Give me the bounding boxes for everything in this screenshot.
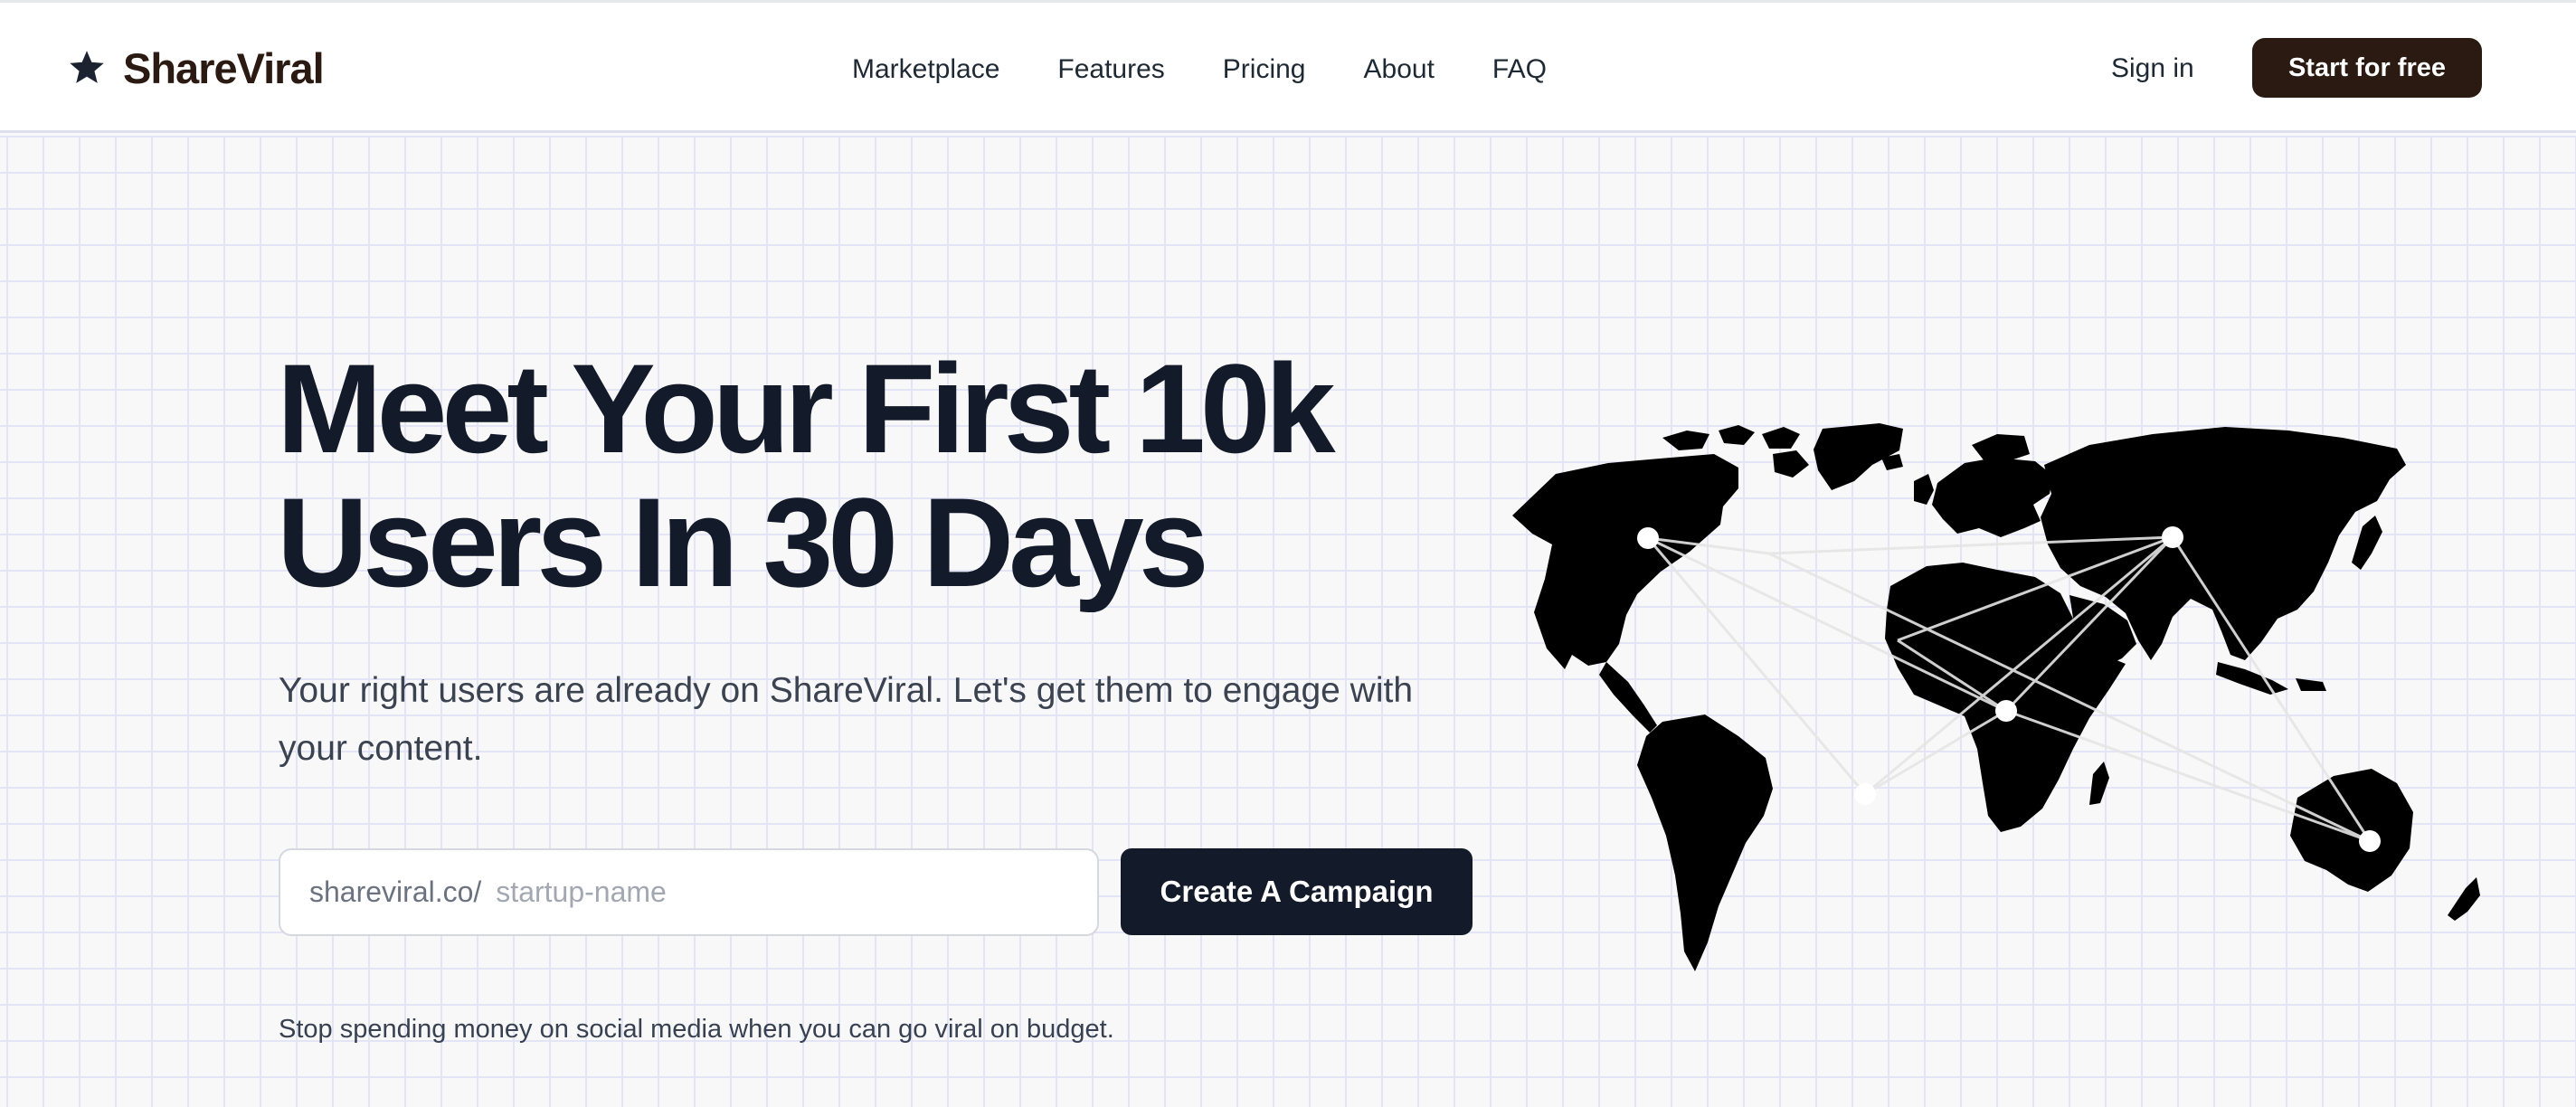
start-for-free-button[interactable]: Start for free: [2252, 38, 2482, 98]
network-node: [1854, 783, 1876, 805]
europe-shape: [1932, 458, 2053, 537]
continents: [1512, 423, 2480, 971]
brand-logo[interactable]: ShareViral: [67, 41, 325, 95]
nav-about[interactable]: About: [1364, 54, 1435, 85]
new-zealand-shape: [2448, 877, 2480, 921]
sign-in-link[interactable]: Sign in: [2111, 53, 2194, 84]
japan-shape: [2352, 516, 2382, 570]
main-nav: Marketplace Features Pricing About FAQ: [852, 46, 1547, 93]
url-prefix: shareviral.co/: [309, 875, 482, 908]
central-america-shape: [1599, 662, 1657, 733]
hero-subtitle: Your right users are already on ShareVir…: [279, 671, 1414, 768]
nav-faq[interactable]: FAQ: [1492, 54, 1547, 85]
hero-title: Meet Your First 10k Users In 30 Days: [277, 342, 1453, 610]
brand-name: ShareViral: [123, 43, 325, 92]
network-node: [2359, 830, 2381, 852]
network-node: [2162, 526, 2183, 548]
nav-features[interactable]: Features: [1057, 54, 1164, 85]
madagascar-shape: [2089, 762, 2109, 805]
star-icon: [70, 51, 104, 83]
world-map-network-icon: [1512, 423, 2480, 971]
network-node: [1637, 527, 1659, 549]
network-line: [2005, 709, 2371, 843]
uk-shape: [1881, 454, 1934, 505]
scandinavia-shape: [1972, 434, 2030, 461]
hero-tagline: Stop spending money on social media when…: [279, 1015, 1114, 1044]
nav-marketplace[interactable]: Marketplace: [852, 54, 999, 85]
north-america-shape: [1512, 454, 1738, 669]
site-header: ShareViral Marketplace Features Pricing …: [0, 3, 2576, 133]
nav-pricing[interactable]: Pricing: [1223, 54, 1306, 85]
australia-shape: [2290, 769, 2413, 892]
network-node: [1995, 700, 2017, 722]
create-campaign-button[interactable]: Create A Campaign: [1121, 848, 1473, 935]
startup-name-input[interactable]: [496, 875, 1003, 909]
hero-title-line-1: Meet Your First 10k: [277, 337, 1336, 479]
campaign-url-field[interactable]: shareviral.co/: [279, 848, 1099, 936]
hero-title-line-2: Users In 30 Days: [277, 471, 1209, 613]
south-america-shape: [1637, 714, 1773, 971]
